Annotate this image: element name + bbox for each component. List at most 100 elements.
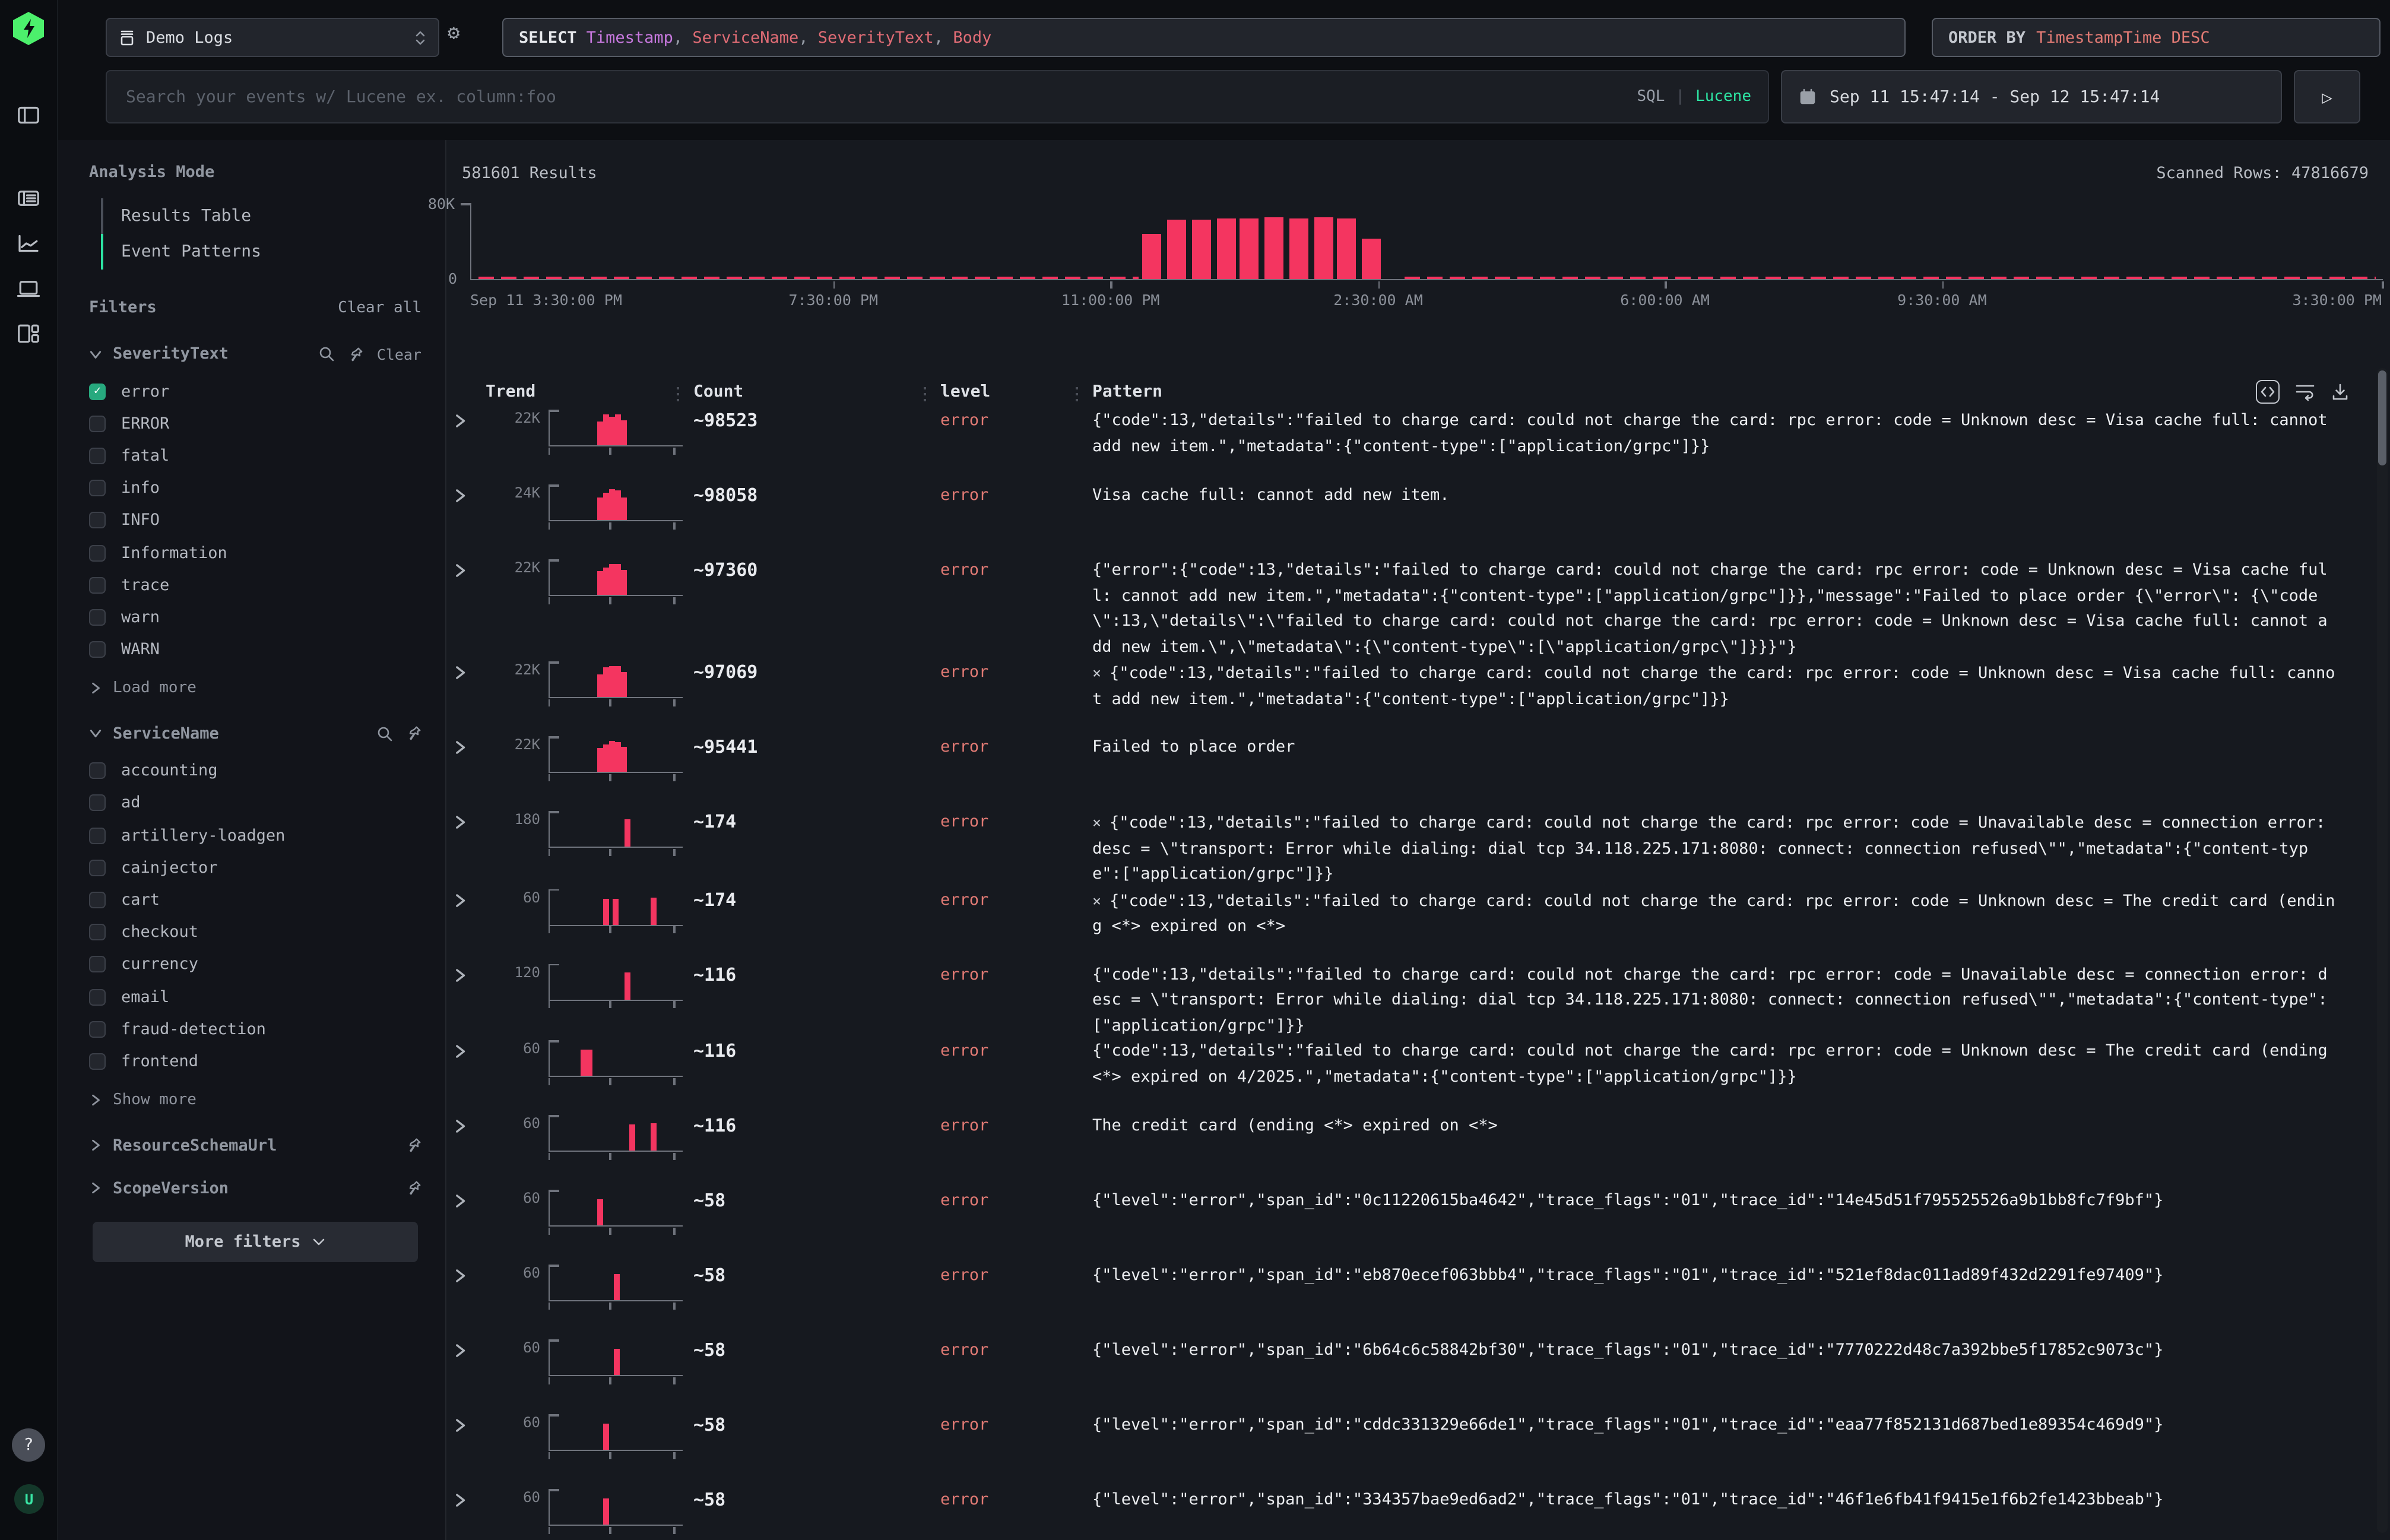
row-pattern[interactable]: ×{"code":13,"details":"failed to charge … <box>1092 810 2337 888</box>
row-expand-chevron-icon[interactable] <box>452 888 486 908</box>
pattern-row[interactable]: 60~58error{"level":"error","span_id":"cd… <box>446 1413 2390 1488</box>
row-expand-chevron-icon[interactable] <box>452 1189 486 1209</box>
column-header-pattern[interactable]: Pattern <box>1092 382 2337 401</box>
row-expand-chevron-icon[interactable] <box>452 735 486 755</box>
chart-explorer-icon[interactable] <box>17 232 40 255</box>
pattern-row[interactable]: 60~58error{"level":"error","span_id":"eb… <box>446 1263 2390 1338</box>
histogram-bar[interactable] <box>1167 220 1186 279</box>
pin-icon[interactable] <box>406 1180 421 1196</box>
histogram-bar[interactable] <box>1142 234 1161 279</box>
checkbox-unchecked[interactable] <box>89 576 106 593</box>
histogram-bar[interactable] <box>1217 218 1236 279</box>
checkbox-unchecked[interactable] <box>89 448 106 464</box>
filter-option-warn[interactable]: WARN <box>89 633 421 666</box>
pattern-row[interactable]: 22K~97360error{"error":{"code":13,"detai… <box>446 558 2390 660</box>
histogram-bar[interactable] <box>1240 218 1259 279</box>
checkbox-unchecked[interactable] <box>89 512 106 529</box>
checkbox-unchecked[interactable] <box>89 956 106 973</box>
filter-option-cainjector[interactable]: cainjector <box>89 852 421 884</box>
row-expand-chevron-icon[interactable] <box>452 1039 486 1059</box>
filter-group-header[interactable]: ServiceName <box>89 717 421 750</box>
histogram-bar[interactable] <box>1289 218 1308 279</box>
filter-group-header[interactable]: ResourceSchemaUrl <box>89 1129 421 1162</box>
analysis-mode-item-event-patterns[interactable]: Event Patterns <box>101 234 421 270</box>
results-histogram[interactable]: 80K 0 <box>470 203 2383 280</box>
order-by-input[interactable]: ORDER BY TimestampTime DESC <box>1932 18 2381 57</box>
row-pattern[interactable]: {"level":"error","span_id":"6b64c6c58842… <box>1092 1338 2337 1364</box>
download-icon[interactable] <box>2331 382 2350 401</box>
histogram-bar[interactable] <box>1192 220 1211 279</box>
analysis-mode-item-results-table[interactable]: Results Table <box>101 198 421 234</box>
pin-icon[interactable] <box>406 725 421 741</box>
row-pattern[interactable]: {"level":"error","span_id":"eb870ecef063… <box>1092 1263 2337 1289</box>
checkbox-unchecked[interactable] <box>89 763 106 779</box>
gear-icon[interactable]: ⚙ <box>448 24 460 44</box>
checkbox-unchecked[interactable] <box>89 609 106 626</box>
more-filters-button[interactable]: More filters <box>93 1221 418 1262</box>
filter-option-info[interactable]: info <box>89 472 421 504</box>
pin-icon[interactable] <box>348 346 364 362</box>
checkbox-unchecked[interactable] <box>89 1021 106 1038</box>
filter-option-error[interactable]: ERROR <box>89 407 421 439</box>
dismiss-icon[interactable]: × <box>1092 664 1101 682</box>
dismiss-icon[interactable]: × <box>1092 891 1101 909</box>
filter-option-email[interactable]: email <box>89 981 421 1013</box>
pattern-row[interactable]: 120~116error{"code":13,"details":"failed… <box>446 962 2390 1039</box>
histogram-bar[interactable] <box>1264 217 1283 279</box>
wrap-text-icon[interactable] <box>2295 382 2315 401</box>
row-expand-chevron-icon[interactable] <box>452 1263 486 1284</box>
row-pattern[interactable]: Visa cache full: cannot add new item. <box>1092 483 2337 509</box>
scrollbar-thumb[interactable] <box>2378 370 2386 465</box>
checkbox-unchecked[interactable] <box>89 480 106 496</box>
row-expand-chevron-icon[interactable] <box>452 810 486 830</box>
row-pattern[interactable]: The credit card (ending <*> expired on <… <box>1092 1114 2337 1139</box>
pattern-row[interactable]: 60~116errorThe credit card (ending <*> e… <box>446 1114 2390 1189</box>
filter-option-trace[interactable]: trace <box>89 569 421 601</box>
dismiss-icon[interactable]: × <box>1092 813 1101 831</box>
search-icon[interactable] <box>319 346 335 362</box>
vertical-scrollbar[interactable] <box>2377 368 2388 1533</box>
pattern-row[interactable]: 22K~98523error{"code":13,"details":"fail… <box>446 408 2390 483</box>
date-range-picker[interactable]: Sep 11 15:47:14 - Sep 12 15:47:14 <box>1781 70 2282 123</box>
row-pattern[interactable]: {"level":"error","span_id":"334357bae9ed… <box>1092 1488 2337 1513</box>
dashboards-icon[interactable] <box>17 322 40 346</box>
row-expand-chevron-icon[interactable] <box>452 660 486 680</box>
checkbox-unchecked[interactable] <box>89 544 106 561</box>
filter-option-currency[interactable]: currency <box>89 949 421 981</box>
filter-option-accounting[interactable]: accounting <box>89 755 421 787</box>
histogram-bar[interactable] <box>1314 217 1333 279</box>
row-expand-chevron-icon[interactable] <box>452 1114 486 1134</box>
checkbox-checked[interactable]: ✓ <box>89 383 106 400</box>
row-expand-chevron-icon[interactable] <box>452 483 486 503</box>
row-pattern[interactable]: Failed to place order <box>1092 735 2337 761</box>
load-more-link[interactable]: Load more <box>89 673 421 707</box>
filter-option-warn[interactable]: warn <box>89 601 421 633</box>
row-pattern[interactable]: {"code":13,"details":"failed to charge c… <box>1092 408 2337 460</box>
checkbox-unchecked[interactable] <box>89 860 106 876</box>
filter-option-cart[interactable]: cart <box>89 884 421 916</box>
checkbox-unchecked[interactable] <box>89 641 106 658</box>
filter-group-header[interactable]: SeverityTextClear <box>89 337 421 370</box>
pin-icon[interactable] <box>406 1137 421 1153</box>
column-header-level[interactable]: level <box>940 382 1092 401</box>
pattern-row[interactable]: 24K~98058errorVisa cache full: cannot ad… <box>446 483 2390 558</box>
checkbox-unchecked[interactable] <box>89 416 106 432</box>
checkbox-unchecked[interactable] <box>89 924 106 940</box>
column-header-trend[interactable]: Trend <box>486 382 693 401</box>
pattern-row[interactable]: 22K~95441errorFailed to place order <box>446 735 2390 810</box>
row-pattern[interactable]: {"error":{"code":13,"details":"failed to… <box>1092 558 2337 660</box>
clear-filter-link[interactable]: Clear <box>377 345 421 363</box>
select-query-input[interactable]: SELECT Timestamp, ServiceName, SeverityT… <box>502 18 1906 57</box>
load-more-link[interactable]: Show more <box>89 1085 421 1119</box>
filter-option-frontend[interactable]: frontend <box>89 1045 421 1078</box>
search-input[interactable] <box>123 86 1625 107</box>
row-expand-chevron-icon[interactable] <box>452 1338 486 1358</box>
filter-option-fraud-detection[interactable]: fraud-detection <box>89 1013 421 1045</box>
search-icon[interactable] <box>376 725 393 742</box>
sql-mode-toggle[interactable]: SQL <box>1637 88 1665 106</box>
checkbox-unchecked[interactable] <box>89 892 106 908</box>
checkbox-unchecked[interactable] <box>89 1053 106 1070</box>
run-query-button[interactable]: ▷ <box>2294 70 2360 123</box>
histogram-bar[interactable] <box>1362 239 1381 279</box>
row-expand-chevron-icon[interactable] <box>452 962 486 983</box>
